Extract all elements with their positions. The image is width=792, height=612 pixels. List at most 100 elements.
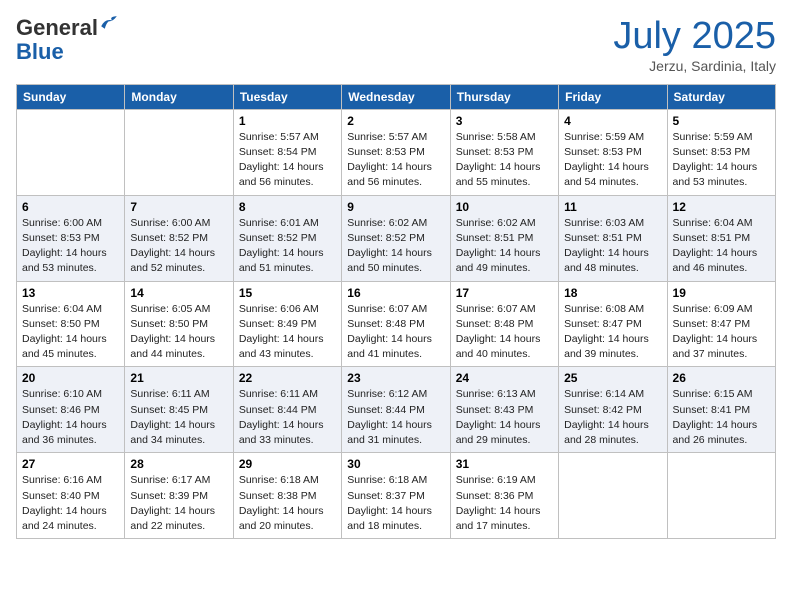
calendar-cell: 5Sunrise: 5:59 AMSunset: 8:53 PMDaylight… [667,109,775,195]
calendar-cell: 18Sunrise: 6:08 AMSunset: 8:47 PMDayligh… [559,281,667,367]
sunrise-text: Sunrise: 6:10 AM [22,387,119,402]
day-number: 12 [673,200,770,214]
calendar-cell: 21Sunrise: 6:11 AMSunset: 8:45 PMDayligh… [125,367,233,453]
day-number: 28 [130,457,227,471]
day-number: 25 [564,371,661,385]
day-number: 20 [22,371,119,385]
calendar-cell: 27Sunrise: 6:16 AMSunset: 8:40 PMDayligh… [17,453,125,539]
day-number: 14 [130,286,227,300]
sunrise-text: Sunrise: 6:02 AM [456,216,553,231]
sunrise-text: Sunrise: 6:14 AM [564,387,661,402]
sunset-text: Sunset: 8:50 PM [130,317,227,332]
sunrise-text: Sunrise: 6:18 AM [239,473,336,488]
sunset-text: Sunset: 8:39 PM [130,489,227,504]
day-number: 27 [22,457,119,471]
day-info: Sunrise: 6:04 AMSunset: 8:51 PMDaylight:… [673,216,770,277]
daylight-text: Daylight: 14 hours and 54 minutes. [564,160,661,190]
calendar-cell: 17Sunrise: 6:07 AMSunset: 8:48 PMDayligh… [450,281,558,367]
daylight-text: Daylight: 14 hours and 34 minutes. [130,418,227,448]
daylight-text: Daylight: 14 hours and 18 minutes. [347,504,444,534]
day-number: 8 [239,200,336,214]
calendar-cell: 28 Sunrise: 6:17 AMSunset: 8:39 PMDayligh… [125,453,233,539]
sunset-text: Sunset: 8:52 PM [347,231,444,246]
day-info: Sunrise: 6:02 AMSunset: 8:52 PMDaylight:… [347,216,444,277]
calendar-cell: 7Sunrise: 6:00 AMSunset: 8:52 PMDaylight… [125,195,233,281]
day-info: Sunrise: 6:10 AMSunset: 8:46 PMDaylight:… [22,387,119,448]
sunset-text: Sunset: 8:40 PM [22,489,119,504]
day-header-sunday: Sunday [17,84,125,109]
day-info: Sunrise: 6:12 AMSunset: 8:44 PMDaylight:… [347,387,444,448]
sunrise-text: Sunrise: 6:01 AM [239,216,336,231]
sunset-text: Sunset: 8:46 PM [22,403,119,418]
day-number: 30 [347,457,444,471]
day-info: Sunrise: 6:03 AMSunset: 8:51 PMDaylight:… [564,216,661,277]
calendar-cell [17,109,125,195]
day-number: 11 [564,200,661,214]
day-info: Sunrise: 6:00 AMSunset: 8:53 PMDaylight:… [22,216,119,277]
day-info: Sunrise: 6:18 AMSunset: 8:37 PMDaylight:… [347,473,444,534]
daylight-text: Daylight: 14 hours and 31 minutes. [347,418,444,448]
daylight-text: Daylight: 14 hours and 22 minutes. [130,504,227,534]
sunrise-text: Sunrise: 6:15 AM [673,387,770,402]
calendar-table: SundayMondayTuesdayWednesdayThursdayFrid… [16,84,776,539]
day-header-thursday: Thursday [450,84,558,109]
calendar-cell: 26Sunrise: 6:15 AMSunset: 8:41 PMDayligh… [667,367,775,453]
daylight-text: Daylight: 14 hours and 50 minutes. [347,246,444,276]
sunset-text: Sunset: 8:53 PM [347,145,444,160]
day-number: 4 [564,114,661,128]
calendar-cell: 22Sunrise: 6:11 AMSunset: 8:44 PMDayligh… [233,367,341,453]
calendar-cell: 1Sunrise: 5:57 AMSunset: 8:54 PMDaylight… [233,109,341,195]
sunset-text: Sunset: 8:52 PM [239,231,336,246]
daylight-text: Daylight: 14 hours and 48 minutes. [564,246,661,276]
daylight-text: Daylight: 14 hours and 52 minutes. [130,246,227,276]
sunrise-text: Sunrise: 5:57 AM [347,130,444,145]
daylight-text: Daylight: 14 hours and 40 minutes. [456,332,553,362]
day-number: 31 [456,457,553,471]
day-info: Sunrise: 6:05 AMSunset: 8:50 PMDaylight:… [130,302,227,363]
day-number: 1 [239,114,336,128]
sunrise-text: Sunrise: 6:04 AM [673,216,770,231]
logo-blue-text: Blue [16,39,64,64]
sunset-text: Sunset: 8:53 PM [673,145,770,160]
day-info: Sunrise: 6:19 AMSunset: 8:36 PMDaylight:… [456,473,553,534]
location-text: Jerzu, Sardinia, Italy [613,58,776,74]
title-block: July 2025 Jerzu, Sardinia, Italy [613,16,776,74]
day-header-tuesday: Tuesday [233,84,341,109]
sunset-text: Sunset: 8:50 PM [22,317,119,332]
sunrise-text: Sunrise: 5:58 AM [456,130,553,145]
sunrise-text: Sunrise: 6:12 AM [347,387,444,402]
calendar-cell: 29Sunrise: 6:18 AMSunset: 8:38 PMDayligh… [233,453,341,539]
sunrise-text: Sunrise: 6:04 AM [22,302,119,317]
sunrise-text: Sunrise: 6:02 AM [347,216,444,231]
day-header-saturday: Saturday [667,84,775,109]
day-info: Sunrise: 6:02 AMSunset: 8:51 PMDaylight:… [456,216,553,277]
calendar-cell: 6Sunrise: 6:00 AMSunset: 8:53 PMDaylight… [17,195,125,281]
day-number: 19 [673,286,770,300]
daylight-text: Daylight: 14 hours and 51 minutes. [239,246,336,276]
logo-bird-icon [100,14,118,32]
day-number: 10 [456,200,553,214]
day-header-monday: Monday [125,84,233,109]
calendar-cell [559,453,667,539]
daylight-text: Daylight: 14 hours and 20 minutes. [239,504,336,534]
calendar-cell: 2Sunrise: 5:57 AMSunset: 8:53 PMDaylight… [342,109,450,195]
day-info: Sunrise: 6:18 AMSunset: 8:38 PMDaylight:… [239,473,336,534]
calendar-cell: 23Sunrise: 6:12 AMSunset: 8:44 PMDayligh… [342,367,450,453]
day-info: Sunrise: 6:17 AMSunset: 8:39 PMDaylight:… [130,473,227,534]
calendar-cell: 16Sunrise: 6:07 AMSunset: 8:48 PMDayligh… [342,281,450,367]
sunset-text: Sunset: 8:36 PM [456,489,553,504]
day-number: 21 [130,371,227,385]
sunrise-text: Sunrise: 5:59 AM [564,130,661,145]
sunrise-text: Sunrise: 6:07 AM [456,302,553,317]
calendar-cell: 24Sunrise: 6:13 AMSunset: 8:43 PMDayligh… [450,367,558,453]
calendar-cell: 15Sunrise: 6:06 AMSunset: 8:49 PMDayligh… [233,281,341,367]
day-number: 26 [673,371,770,385]
day-number: 13 [22,286,119,300]
sunrise-text: Sunrise: 6:17 AM [130,473,227,488]
logo-general-text: General [16,16,98,40]
sunrise-text: Sunrise: 5:59 AM [673,130,770,145]
sunset-text: Sunset: 8:44 PM [239,403,336,418]
page-header: General Blue July 2025 Jerzu, Sardinia, … [16,16,776,74]
daylight-text: Daylight: 14 hours and 56 minutes. [347,160,444,190]
calendar-cell: 20 Sunrise: 6:10 AMSunset: 8:46 PMDayligh… [17,367,125,453]
